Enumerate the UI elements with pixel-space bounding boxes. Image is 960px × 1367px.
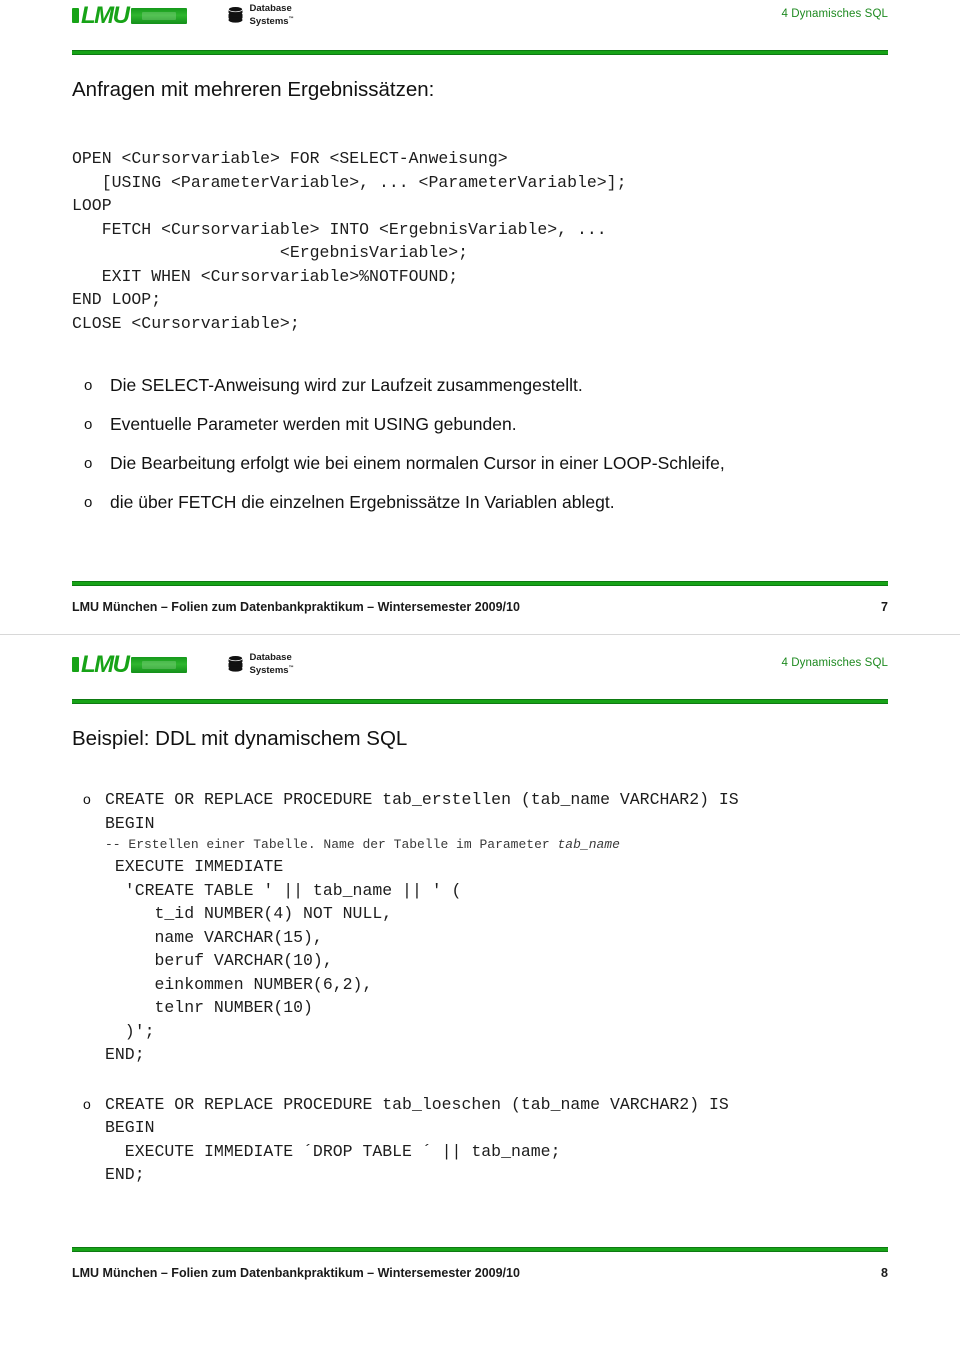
lmu-bar-icon xyxy=(131,7,188,24)
database-systems-label: Database Systems™ xyxy=(249,653,293,676)
list-item: o Eventuelle Parameter werden mit USING … xyxy=(72,412,888,437)
slide-header: LMU Database Systems™ 4 Dynamisches SQL xyxy=(72,649,888,695)
lmu-logo: LMU xyxy=(72,1,188,29)
page-title: Beispiel: DDL mit dynamischem SQL xyxy=(72,727,408,750)
slide-footer: LMU München – Folien zum Datenbankprakti… xyxy=(72,1252,888,1280)
ds-trademark: ™ xyxy=(288,16,294,22)
ds-trademark: ™ xyxy=(288,665,294,671)
list-item: o die über FETCH die einzelnen Ergebniss… xyxy=(72,490,888,515)
code-block-tab-erstellen-head: CREATE OR REPLACE PROCEDURE tab_erstelle… xyxy=(105,790,739,833)
bullet-list: o Die SELECT-Anweisung wird zur Laufzeit… xyxy=(72,373,888,515)
code-block-tab-erstellen-tail: EXECUTE IMMEDIATE 'CREATE TABLE ' || tab… xyxy=(105,857,462,1064)
slide-page-7: LMU Database Systems™ 4 Dynamisches SQL … xyxy=(0,0,960,635)
database-systems-logo: Database Systems™ xyxy=(227,4,294,27)
lmu-bar-icon xyxy=(131,656,188,673)
header-divider xyxy=(72,50,888,55)
database-stack-icon xyxy=(228,6,244,23)
header-chapter-label: 4 Dynamisches SQL xyxy=(781,8,888,20)
list-item: o Die SELECT-Anweisung wird zur Laufzeit… xyxy=(72,373,888,398)
slide-header: LMU Database Systems™ 4 Dynamisches SQL xyxy=(72,0,888,46)
lmu-wordmark: LMU xyxy=(81,1,130,29)
comment-prefix: -- Erstellen einer Tabelle. Name der Tab… xyxy=(105,837,558,852)
lmu-square-icon xyxy=(72,8,79,24)
code-list-item: o CREATE OR REPLACE PROCEDURE tab_loesch… xyxy=(72,1093,888,1187)
database-systems-logo: Database Systems™ xyxy=(227,653,294,676)
footer-text: LMU München – Folien zum Datenbankprakti… xyxy=(72,1265,520,1280)
bullet-text: die über FETCH die einzelnen Ergebnissät… xyxy=(110,492,615,512)
page-title: Anfragen mit mehreren Ergebnissätzen: xyxy=(72,78,435,101)
bullet-marker-icon: o xyxy=(84,455,93,472)
database-stack-icon xyxy=(228,655,244,672)
header-chapter-label: 4 Dynamisches SQL xyxy=(781,657,888,669)
header-divider xyxy=(72,699,888,704)
page-number: 7 xyxy=(881,600,888,614)
bullet-text: Die SELECT-Anweisung wird zur Laufzeit z… xyxy=(110,375,583,395)
lmu-logo: LMU xyxy=(72,650,188,678)
page-number: 8 xyxy=(881,1265,888,1280)
lmu-square-icon xyxy=(72,657,79,673)
bullet-text: Die Bearbeitung erfolgt wie bei einem no… xyxy=(110,453,725,473)
ds-line-1: Database xyxy=(249,652,292,663)
logo-group: LMU Database Systems™ xyxy=(72,649,294,676)
list-item: o Die Bearbeitung erfolgt wie bei einem … xyxy=(72,451,888,476)
code-block-tab-loeschen: CREATE OR REPLACE PROCEDURE tab_loeschen… xyxy=(105,1094,729,1185)
bullet-text: Eventuelle Parameter werden mit USING ge… xyxy=(110,414,517,434)
bullet-marker-icon: o xyxy=(84,494,93,511)
ds-line-2: Systems xyxy=(249,16,289,28)
code-block-cursor-loop: OPEN <Cursorvariable> FOR <SELECT-Anweis… xyxy=(72,149,627,333)
ds-line-2: Systems xyxy=(249,665,289,677)
logo-group: LMU Database Systems™ xyxy=(72,0,294,27)
code-list-item: o CREATE OR REPLACE PROCEDURE tab_erstel… xyxy=(72,788,888,1067)
code-bullet-body: CREATE OR REPLACE PROCEDURE tab_loeschen… xyxy=(105,1093,888,1187)
bullet-marker-icon: o xyxy=(83,1095,91,1112)
comment-parameter-name: tab_name xyxy=(557,837,620,852)
code-comment-line: -- Erstellen einer Tabelle. Name der Tab… xyxy=(105,835,888,855)
bullet-marker-icon: o xyxy=(83,791,91,807)
database-systems-label: Database Systems™ xyxy=(249,4,293,27)
ds-line-1: Database xyxy=(249,3,292,14)
slide-page-8: LMU Database Systems™ 4 Dynamisches SQL … xyxy=(0,635,960,1304)
footer-text: LMU München – Folien zum Datenbankprakti… xyxy=(72,600,520,614)
slide-footer: LMU München – Folien zum Datenbankprakti… xyxy=(72,586,888,614)
code-bullet-body: CREATE OR REPLACE PROCEDURE tab_erstelle… xyxy=(105,788,888,1067)
bullet-marker-icon: o xyxy=(84,377,93,394)
lmu-wordmark: LMU xyxy=(81,650,130,678)
bullet-marker-icon: o xyxy=(84,416,93,433)
